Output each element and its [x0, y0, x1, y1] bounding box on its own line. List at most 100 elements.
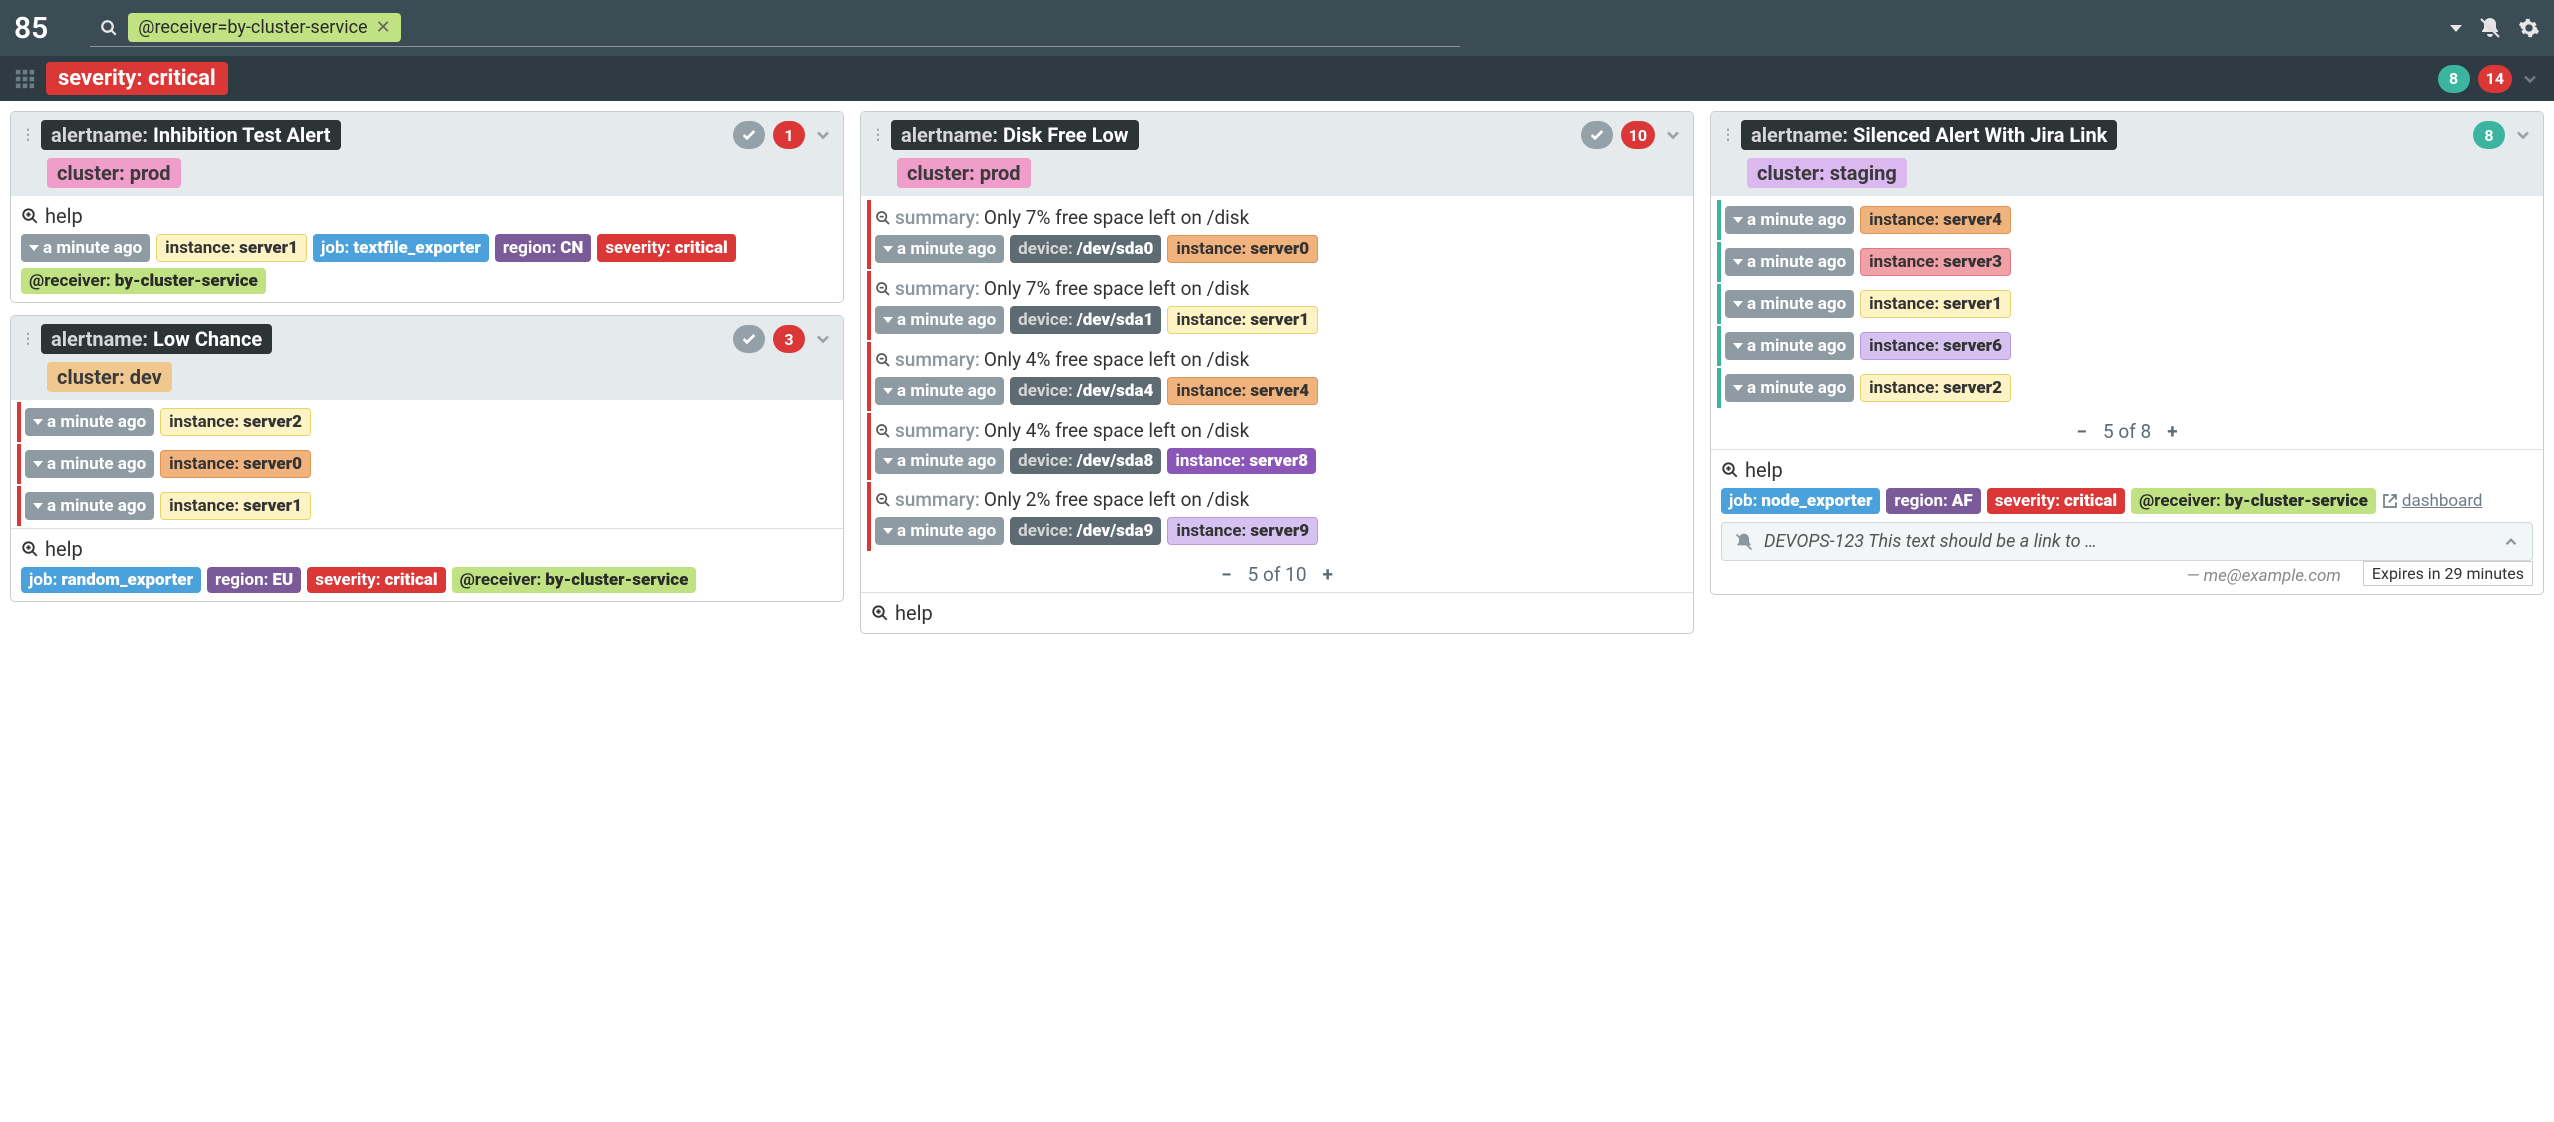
silence-box[interactable]: DEVOPS-123 This text should be a link to…: [1721, 522, 2533, 561]
severity-tag[interactable]: severity: critical: [1987, 488, 2125, 514]
time-tag[interactable]: a minute ago: [1725, 290, 1854, 318]
receiver-tag[interactable]: @receiver: by-cluster-service: [2131, 488, 2376, 514]
instance-tag[interactable]: instance: server6: [1860, 332, 2011, 360]
summary-line[interactable]: summary: Only 4% free space left on /dis…: [875, 348, 1683, 371]
time-tag[interactable]: a minute ago: [1725, 248, 1854, 276]
card-title[interactable]: alertname: Inhibition Test Alert: [41, 120, 341, 150]
instance-tag[interactable]: instance: server1: [1860, 290, 2011, 318]
job-tag[interactable]: job: random_exporter: [21, 567, 201, 593]
receiver-tag[interactable]: @receiver: by-cluster-service: [452, 567, 697, 593]
chevron-up-icon[interactable]: [2502, 533, 2520, 551]
instance-tag[interactable]: instance: server1: [156, 234, 307, 262]
device-tag[interactable]: device: /dev/sda1: [1010, 306, 1161, 334]
help-row[interactable]: help: [21, 537, 833, 561]
cluster-tag[interactable]: cluster: prod: [47, 158, 181, 188]
region-tag[interactable]: region: EU: [207, 567, 301, 593]
job-tag[interactable]: job: textfile_exporter: [313, 234, 489, 262]
search-bar[interactable]: @receiver=by-cluster-service ✕: [90, 9, 1460, 47]
alert-row: a minute ago instance: server4: [1717, 200, 2537, 240]
zoom-out-icon: [875, 492, 891, 508]
time-tag[interactable]: a minute ago: [21, 234, 150, 262]
job-tag[interactable]: job: node_exporter: [1721, 488, 1880, 514]
pager-next[interactable]: +: [2167, 420, 2177, 443]
cluster-tag[interactable]: cluster: staging: [1747, 158, 1907, 188]
close-icon[interactable]: ✕: [376, 17, 391, 38]
instance-tag[interactable]: instance: server8: [1167, 448, 1316, 474]
time-tag[interactable]: a minute ago: [25, 492, 154, 520]
gear-icon[interactable]: [2518, 17, 2540, 39]
pager-next[interactable]: +: [1323, 563, 1333, 586]
card-title[interactable]: alertname: Disk Free Low: [891, 120, 1139, 150]
active-count[interactable]: 14: [2478, 65, 2512, 93]
card-silenced: ⋮ alertname: Silenced Alert With Jira Li…: [1710, 111, 2544, 595]
chevron-down-icon[interactable]: [813, 125, 833, 145]
dropdown-icon[interactable]: [2450, 25, 2462, 32]
severity-tag[interactable]: severity: critical: [597, 234, 735, 262]
dashboard-link[interactable]: dashboard: [2382, 488, 2483, 514]
region-tag[interactable]: region: CN: [495, 234, 591, 262]
instance-tag[interactable]: instance: server3: [1860, 248, 2011, 276]
device-tag[interactable]: device: /dev/sda9: [1010, 517, 1161, 545]
region-tag[interactable]: region: AF: [1886, 488, 1980, 514]
device-tag[interactable]: device: /dev/sda4: [1010, 377, 1161, 405]
drag-handle-icon[interactable]: ⋮: [871, 127, 883, 143]
drag-handle-icon[interactable]: ⋮: [21, 127, 33, 143]
instance-tag[interactable]: instance: server2: [160, 408, 311, 436]
time-tag[interactable]: a minute ago: [875, 448, 1004, 474]
summary-line[interactable]: summary: Only 4% free space left on /dis…: [875, 419, 1683, 442]
ack-button[interactable]: [1581, 121, 1613, 149]
summary-line[interactable]: summary: Only 7% free space left on /dis…: [875, 206, 1683, 229]
instance-tag[interactable]: instance: server0: [160, 450, 311, 478]
instance-tag[interactable]: instance: server9: [1167, 517, 1318, 545]
instance-tag[interactable]: instance: server4: [1167, 377, 1318, 405]
help-row[interactable]: help: [1721, 458, 2533, 482]
pager: − 5 of 10 +: [861, 557, 1693, 592]
receiver-tag[interactable]: @receiver: by-cluster-service: [21, 268, 266, 294]
silenced-count[interactable]: 8: [2438, 65, 2470, 93]
chevron-down-icon[interactable]: [813, 329, 833, 349]
ack-button[interactable]: [733, 121, 765, 149]
severity-filter-label[interactable]: severity: critical: [46, 62, 228, 95]
time-tag[interactable]: a minute ago: [875, 377, 1004, 405]
instance-tag[interactable]: instance: server2: [1860, 374, 2011, 402]
severity-tag[interactable]: severity: critical: [307, 567, 445, 593]
device-tag[interactable]: device: /dev/sda8: [1010, 448, 1161, 474]
mute-icon[interactable]: [2478, 16, 2502, 40]
ack-button[interactable]: [733, 325, 765, 353]
summary-line[interactable]: summary: Only 2% free space left on /dis…: [875, 488, 1683, 511]
filter-chip-receiver[interactable]: @receiver=by-cluster-service ✕: [128, 13, 400, 42]
card-title[interactable]: alertname: Low Chance: [41, 324, 272, 354]
time-tag[interactable]: a minute ago: [875, 517, 1004, 545]
alert-row: a minute ago instance: server0: [17, 444, 837, 484]
drag-handle-icon[interactable]: ⋮: [1721, 127, 1733, 143]
pager-prev[interactable]: −: [2076, 420, 2087, 443]
chevron-down-icon[interactable]: [1663, 125, 1683, 145]
chevron-down-icon[interactable]: [2520, 69, 2540, 89]
time-tag[interactable]: a minute ago: [875, 306, 1004, 334]
card-title[interactable]: alertname: Silenced Alert With Jira Link: [1741, 120, 2117, 150]
help-row[interactable]: help: [871, 601, 1683, 625]
chevron-down-icon[interactable]: [2513, 125, 2533, 145]
drag-handle-icon[interactable]: ⋮: [21, 331, 33, 347]
column-1: ⋮ alertname: Inhibition Test Alert 1: [10, 111, 844, 602]
cluster-tag[interactable]: cluster: dev: [47, 362, 172, 392]
time-tag[interactable]: a minute ago: [25, 408, 154, 436]
help-row[interactable]: help: [21, 204, 833, 228]
instance-tag[interactable]: instance: server0: [1167, 235, 1318, 263]
time-tag[interactable]: a minute ago: [1725, 332, 1854, 360]
time-tag[interactable]: a minute ago: [1725, 374, 1854, 402]
time-tag[interactable]: a minute ago: [25, 450, 154, 478]
time-tag[interactable]: a minute ago: [1725, 206, 1854, 234]
cluster-tag[interactable]: cluster: prod: [897, 158, 1031, 188]
card-diskfree: ⋮ alertname: Disk Free Low 10 cluster: p…: [860, 111, 1694, 634]
pager-prev[interactable]: −: [1221, 563, 1232, 586]
instance-tag[interactable]: instance: server4: [1860, 206, 2011, 234]
grid-icon[interactable]: [14, 68, 36, 90]
instance-tag[interactable]: instance: server1: [1167, 306, 1318, 334]
device-tag[interactable]: device: /dev/sda0: [1010, 235, 1161, 263]
time-tag[interactable]: a minute ago: [875, 235, 1004, 263]
mute-icon: [1734, 532, 1754, 552]
instance-tag[interactable]: instance: server1: [160, 492, 311, 520]
card-inhibition: ⋮ alertname: Inhibition Test Alert 1: [10, 111, 844, 303]
summary-line[interactable]: summary: Only 7% free space left on /dis…: [875, 277, 1683, 300]
